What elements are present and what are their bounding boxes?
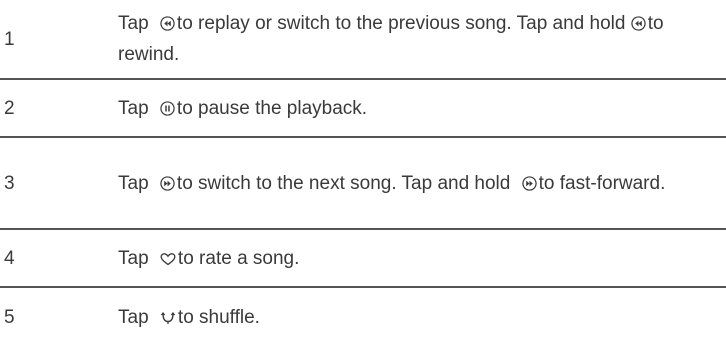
row-text: Tap [118, 306, 154, 328]
row-text: to fast-forward. [538, 172, 666, 194]
controls-table: 1 Tap to replay or switch to the previou… [0, 0, 726, 346]
row-description: Tap to shuffle. [118, 302, 726, 333]
row-text: to rate a song. [177, 247, 300, 269]
next-icon [521, 175, 537, 191]
row-number: 5 [4, 306, 15, 328]
row-text: to replay or switch to the previous song… [176, 13, 631, 34]
row-description: Tap to switch to the next song. Tap and … [118, 168, 726, 199]
row-description: Tap to pause the playback. [118, 93, 726, 124]
row-number: 4 [4, 247, 15, 269]
row-text: to pause the playback. [176, 97, 368, 119]
row-text: Tap [118, 247, 154, 269]
heart-icon [160, 252, 176, 266]
table-row: 4 Tap to rate a song. [0, 230, 726, 288]
pause-icon [160, 100, 175, 116]
row-text: Tap [118, 97, 154, 119]
row-description: Tap to rate a song. [118, 243, 726, 274]
next-icon [160, 175, 175, 191]
row-number: 2 [4, 97, 15, 119]
table-row: 1 Tap to replay or switch to the previou… [0, 0, 726, 80]
row-text: to shuffle. [177, 306, 260, 328]
row-number: 1 [4, 28, 15, 50]
row-description: Tap to replay or switch to the previous … [118, 8, 726, 70]
shuffle-icon [160, 310, 176, 325]
table-row: 3 Tap to switch to the next song. Tap an… [0, 138, 726, 230]
table-row: 2 Tap to pause the playback. [0, 80, 726, 138]
table-row: 5 Tap to shuffle. [0, 288, 726, 346]
previous-icon [631, 16, 646, 31]
row-number: 3 [4, 172, 15, 194]
row-text: Tap [118, 172, 154, 194]
row-text: Tap [118, 13, 154, 34]
previous-icon [160, 16, 175, 31]
row-text: to switch to the next song. Tap and hold [176, 172, 516, 194]
